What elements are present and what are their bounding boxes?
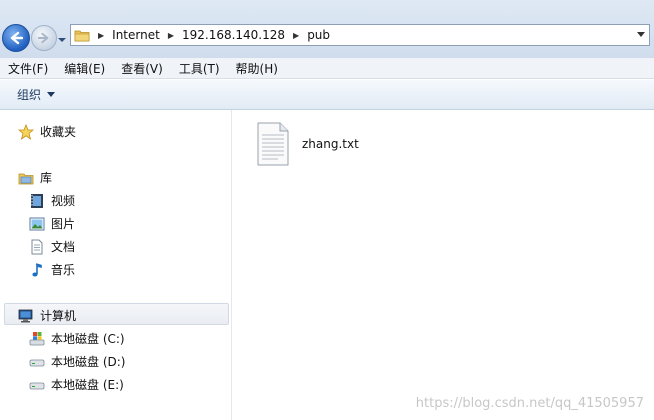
nav-computer[interactable]: 计算机: [18, 307, 76, 324]
menu-help[interactable]: 帮助(H): [228, 60, 286, 77]
hard-drive-icon: [29, 377, 45, 393]
hard-drive-icon: [29, 354, 45, 370]
breadcrumb-host[interactable]: 192.168.140.128: [182, 28, 285, 42]
nav-library-pictures[interactable]: 图片: [29, 215, 75, 232]
menu-edit[interactable]: 编辑(E): [56, 60, 113, 77]
library-icon: [18, 170, 34, 186]
address-dropdown-icon[interactable]: [637, 32, 645, 37]
chevron-down-icon: [58, 38, 66, 42]
forward-button[interactable]: [31, 25, 57, 51]
music-icon: [29, 262, 45, 278]
breadcrumb-separator-icon[interactable]: ▶: [98, 31, 104, 40]
nav-library-documents-label: 文档: [51, 240, 76, 254]
address-bar[interactable]: ▶ Internet ▶ 192.168.140.128 ▶ pub: [70, 24, 650, 46]
nav-favorites-label: 收藏夹: [40, 125, 77, 139]
navigation-pane: 收藏夹 库 视频 图片 文档 音乐 计算机 本地磁盘 (C:) 本地磁盘 (D:…: [0, 110, 232, 420]
breadcrumb-separator-icon[interactable]: ▶: [293, 31, 299, 40]
command-bar: 组织: [0, 80, 654, 110]
back-arrow-icon: [10, 31, 23, 45]
nav-drive-c-label: 本地磁盘 (C:): [51, 332, 125, 346]
nav-library-videos[interactable]: 视频: [29, 192, 75, 209]
system-drive-icon: [29, 331, 45, 347]
nav-favorites[interactable]: 收藏夹: [18, 123, 76, 140]
computer-icon: [18, 308, 34, 324]
nav-drive-e[interactable]: 本地磁盘 (E:): [29, 376, 124, 393]
nav-libraries-label: 库: [40, 171, 53, 185]
menu-file[interactable]: 文件(F): [0, 60, 56, 77]
file-list: zhang.txt: [232, 110, 654, 420]
nav-library-music[interactable]: 音乐: [29, 261, 75, 278]
menu-bar: 文件(F) 编辑(E) 查看(V) 工具(T) 帮助(H): [0, 58, 654, 79]
file-name: zhang.txt: [302, 137, 359, 151]
nav-library-videos-label: 视频: [51, 194, 76, 208]
menu-view[interactable]: 查看(V): [113, 60, 171, 77]
watermark: https://blog.csdn.net/qq_41505957: [415, 396, 644, 411]
nav-library-pictures-label: 图片: [51, 217, 76, 231]
address-area: ▶ Internet ▶ 192.168.140.128 ▶ pub: [0, 0, 654, 61]
nav-drive-c[interactable]: 本地磁盘 (C:): [29, 330, 125, 347]
nav-drive-d[interactable]: 本地磁盘 (D:): [29, 353, 125, 370]
nav-drive-e-label: 本地磁盘 (E:): [51, 378, 124, 392]
recent-pages-button[interactable]: [58, 33, 66, 42]
back-button[interactable]: [2, 24, 30, 52]
breadcrumb-pub[interactable]: pub: [307, 28, 330, 42]
nav-computer-label: 计算机: [40, 309, 77, 323]
forward-arrow-icon: [38, 32, 49, 44]
organize-button[interactable]: 组织: [17, 86, 56, 103]
nav-library-documents[interactable]: 文档: [29, 238, 75, 255]
document-icon: [29, 239, 45, 255]
menu-tools[interactable]: 工具(T): [171, 60, 228, 77]
picture-icon: [29, 216, 45, 232]
star-icon: [18, 123, 34, 140]
video-icon: [29, 193, 45, 209]
text-file-icon: [257, 122, 289, 166]
breadcrumb-internet[interactable]: Internet: [112, 28, 160, 42]
nav-library-music-label: 音乐: [51, 263, 76, 277]
folder-icon: [74, 30, 90, 42]
file-item[interactable]: zhang.txt: [256, 122, 359, 166]
chevron-down-icon: [47, 92, 56, 97]
nav-drive-d-label: 本地磁盘 (D:): [51, 355, 126, 369]
nav-libraries[interactable]: 库: [18, 169, 52, 186]
breadcrumb-separator-icon[interactable]: ▶: [168, 31, 174, 40]
organize-label: 组织: [17, 88, 42, 102]
